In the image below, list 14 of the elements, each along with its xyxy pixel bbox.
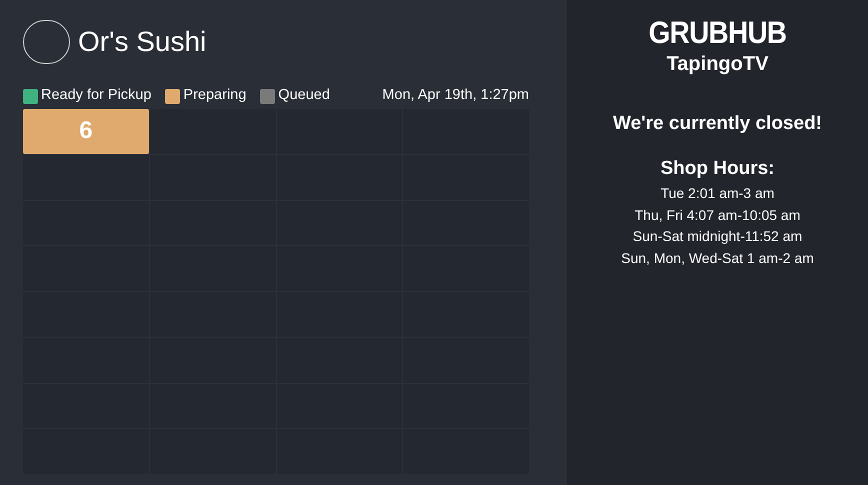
closed-message: We're currently closed! — [612, 112, 822, 136]
date-time: Mon, Apr 19th, 1:27pm — [382, 86, 529, 106]
legend-label: Preparing — [183, 86, 246, 106]
hours-line: Sun-Sat midnight-11:52 am — [632, 227, 802, 246]
legend-label: Ready for Pickup — [41, 86, 152, 106]
legend-label: Queued — [278, 86, 330, 106]
hours-line: Thu, Fri 4:07 am-10:05 am — [634, 206, 800, 224]
order-tile: 6 — [23, 109, 149, 154]
brand-subtitle: TapingoTV — [666, 52, 768, 77]
hours-title: Shop Hours: — [660, 156, 774, 180]
hours-line: Sun, Mon, Wed-Sat 1 am-2 am — [621, 248, 814, 268]
hours-line: Tue 2:01 am-3 am — [660, 184, 774, 203]
brand-logo: GRUBHUB — [648, 16, 786, 50]
restaurant-name: Or's Sushi — [78, 25, 206, 59]
